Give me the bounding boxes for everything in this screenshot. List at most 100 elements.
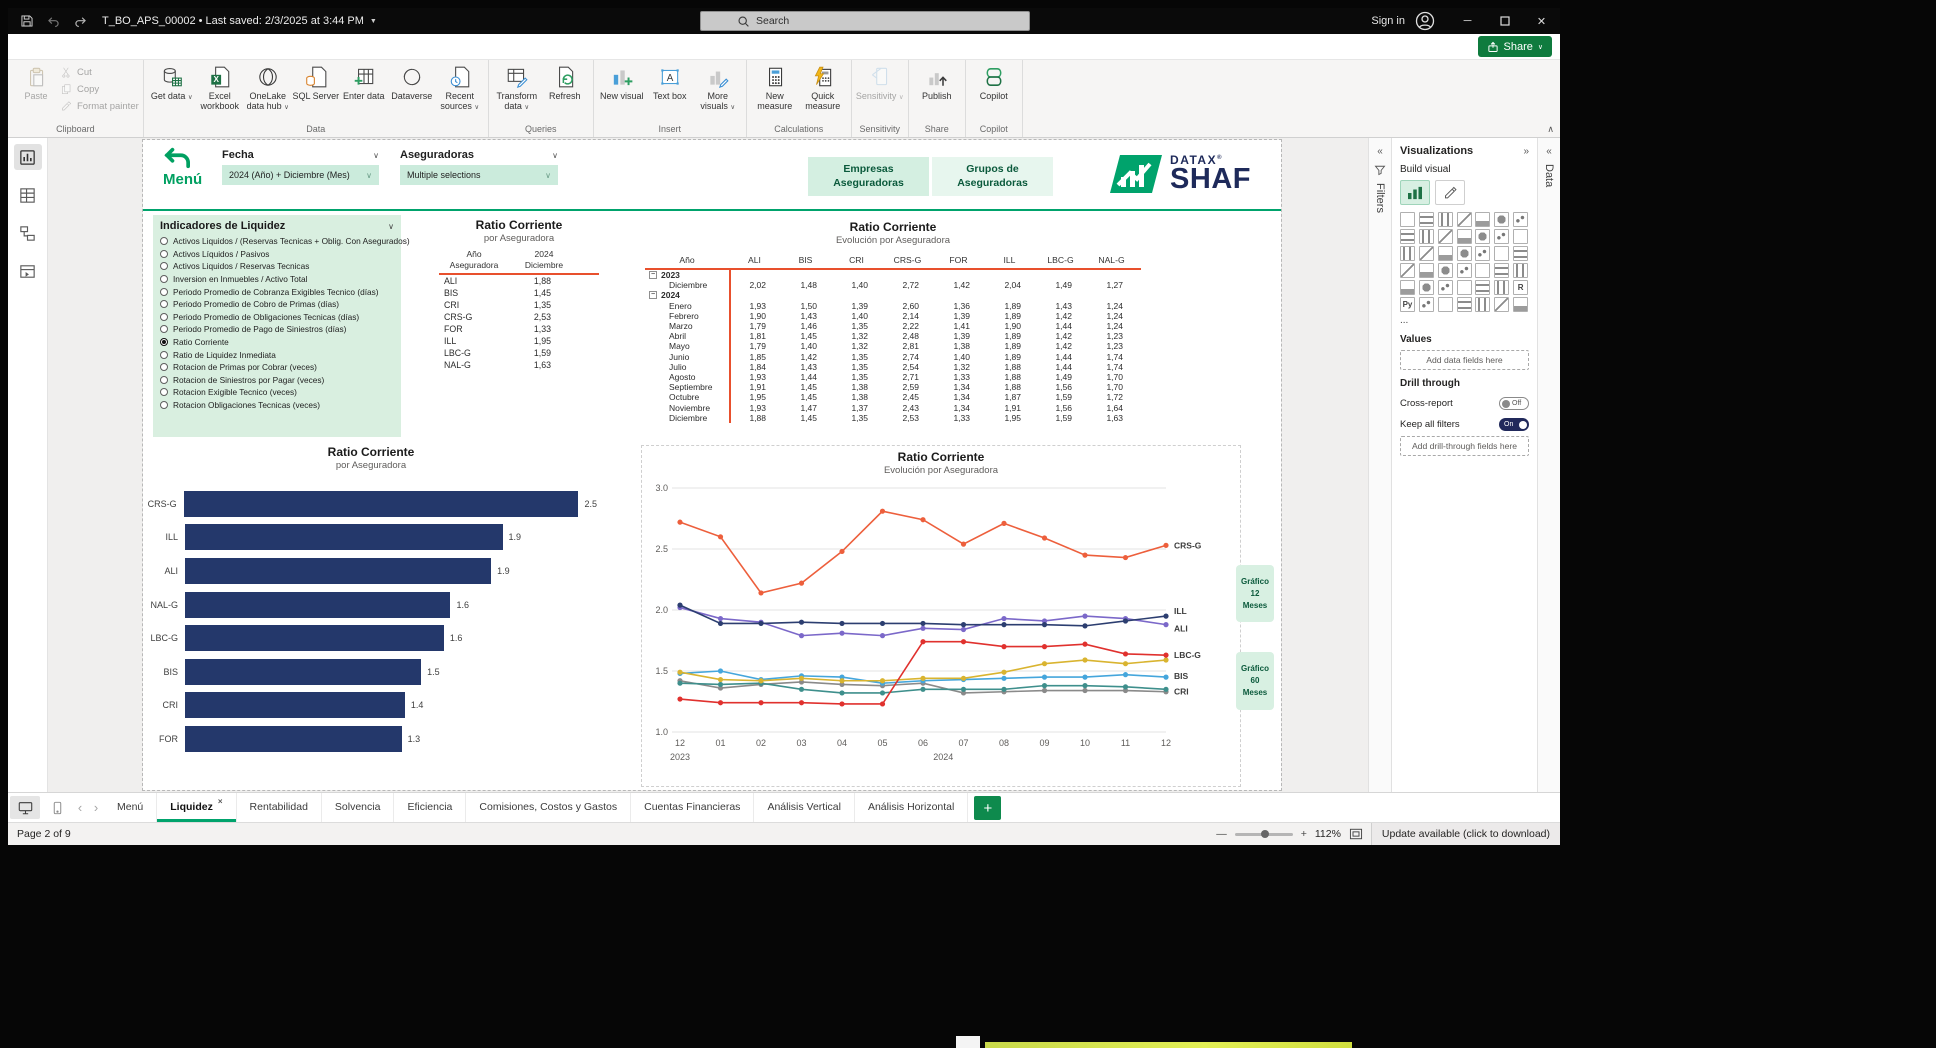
paste-button[interactable]: Paste [12,62,60,101]
bar[interactable] [185,625,444,651]
indicator-option[interactable]: Activos Liquidos / (Reservas Tecnicas + … [160,235,394,248]
build-mode-button[interactable] [1400,180,1430,205]
bar[interactable] [185,659,421,685]
next-page-icon[interactable]: › [88,793,104,822]
ratio-corriente-evolucion-table-visual[interactable]: Ratio Corriente Evolución por Asegurador… [645,220,1141,423]
visual-type-icon[interactable] [1494,297,1509,312]
visual-type-icon[interactable] [1513,212,1528,227]
zoom-slider[interactable] [1235,833,1293,836]
radio-icon[interactable] [160,388,168,396]
copilot-button[interactable]: Copilot [970,62,1018,101]
bar-row[interactable]: BIS1.5 [145,655,597,689]
minimize-button[interactable]: ─ [1449,8,1486,34]
share-button[interactable]: Share ∨ [1478,36,1552,57]
tab-an-lisis-vertical[interactable]: Análisis Vertical [754,793,855,822]
visual-type-icon[interactable] [1438,280,1453,295]
text-box-button[interactable]: AText box [646,62,694,101]
table-row[interactable]: BIS1,45 [439,287,599,299]
table-row[interactable]: NAL-G1,63 [439,359,599,371]
tab-eficiencia[interactable]: Eficiencia [394,793,466,822]
visual-type-icon[interactable]: R [1513,280,1528,295]
fecha-slicer-value[interactable]: 2024 (Año) + Diciembre (Mes) ∨ [222,165,379,185]
expand-pane-icon[interactable]: « [1546,146,1552,157]
grafico-60-meses-button[interactable]: Gráfico 60 Meses [1236,652,1274,710]
radio-icon[interactable] [160,363,168,371]
zoom-in-icon[interactable]: + [1301,828,1307,840]
radio-icon[interactable] [160,401,168,409]
visual-type-icon[interactable] [1494,229,1509,244]
visual-type-icon[interactable] [1419,263,1434,278]
visual-type-icon[interactable] [1400,229,1415,244]
chevron-down-icon[interactable]: ∨ [388,222,394,231]
visual-type-icon[interactable] [1400,263,1415,278]
visual-type-icon[interactable] [1438,246,1453,261]
dax-query-view-button[interactable] [14,258,42,284]
visual-type-icon[interactable] [1400,212,1415,227]
visual-type-icon[interactable] [1419,212,1434,227]
visual-type-icon[interactable] [1475,246,1490,261]
tab-rentabilidad[interactable]: Rentabilidad [237,793,322,822]
empresas-aseguradoras-button[interactable]: Empresas Aseguradoras [808,157,929,196]
tab-an-lisis-horizontal[interactable]: Análisis Horizontal [855,793,968,822]
matrix-data-row[interactable]: Abril1,811,451,322,481,391,891,421,23 [645,331,1141,341]
format-mode-button[interactable] [1435,180,1465,205]
visual-type-icon[interactable] [1457,297,1472,312]
more-visuals-button[interactable]: More visuals ∨ [694,62,742,112]
bar[interactable] [185,524,503,550]
indicator-option[interactable]: Inversion en Inmuebles / Activo Total [160,273,394,286]
bar[interactable] [185,558,491,584]
aseguradoras-slicer[interactable]: Aseguradoras ∨ Multiple selections ∨ [400,149,558,185]
tab-cuentas-financieras[interactable]: Cuentas Financieras [631,793,754,822]
sensitivity-button[interactable]: Sensitivity ∨ [856,62,904,101]
desktop-layout-button[interactable] [10,796,40,819]
visual-type-icon[interactable] [1513,246,1528,261]
search-input[interactable]: Search [700,11,1030,31]
matrix-data-row[interactable]: Mayo1,791,401,322,811,381,891,421,23 [645,341,1141,351]
close-button[interactable]: ✕ [1523,8,1560,34]
chevron-down-icon[interactable]: ∨ [552,151,558,160]
visual-type-icon[interactable] [1494,263,1509,278]
close-tab-icon[interactable]: × [218,797,223,806]
visual-type-icon[interactable] [1419,229,1434,244]
radio-icon[interactable] [160,351,168,359]
matrix-data-row[interactable]: Enero1,931,501,392,601,361,891,431,24 [645,301,1141,311]
refresh-button[interactable]: Refresh [541,62,589,101]
matrix-data-row[interactable]: Julio1,841,431,352,541,321,881,441,74 [645,362,1141,372]
radio-icon[interactable] [160,313,168,321]
redo-icon[interactable] [73,14,88,29]
sql-server-button[interactable]: SQL Server [292,62,340,101]
visual-type-icon[interactable] [1419,297,1434,312]
radio-icon[interactable] [160,338,168,346]
indicator-option[interactable]: Periodo Promedio de Obligaciones Tecnica… [160,311,394,324]
visual-type-icon[interactable] [1457,280,1472,295]
collapse-pane-icon[interactable]: » [1523,146,1529,157]
grupos-aseguradoras-button[interactable]: Grupos de Aseguradoras [932,157,1053,196]
recent-sources-button[interactable]: Recent sources ∨ [436,62,484,112]
bar-row[interactable]: CRI1.4 [145,689,597,723]
visual-type-icon[interactable] [1475,280,1490,295]
data-pane-collapsed[interactable]: « Data [1537,138,1560,792]
visual-type-icon[interactable] [1457,229,1472,244]
matrix-data-row[interactable]: Agosto1,931,441,352,711,331,881,491,70 [645,372,1141,382]
excel-workbook-button[interactable]: XExcel workbook [196,62,244,112]
bar-row[interactable]: CRS-G2.5 [145,487,597,521]
visual-type-icon[interactable] [1438,229,1453,244]
bar[interactable] [185,592,450,618]
indicator-option[interactable]: Rotacion Obligaciones Tecnicas (veces) [160,399,394,412]
radio-icon[interactable] [160,300,168,308]
table-row[interactable]: LBC-G1,59 [439,347,599,359]
fecha-slicer[interactable]: Fecha ∨ 2024 (Año) + Diciembre (Mes) ∨ [222,149,379,185]
indicator-option[interactable]: Periodo Promedio de Cobro de Primas (día… [160,298,394,311]
ratio-corriente-line-chart[interactable]: Ratio Corriente Evolución por Asegurador… [641,445,1241,787]
publish-button[interactable]: Publish [913,62,961,101]
more-visuals-ellipsis[interactable]: ... [1400,315,1529,326]
bar-row[interactable]: NAL-G1.6 [145,588,597,622]
bar-row[interactable]: LBC-G1.6 [145,621,597,655]
visual-type-icon[interactable] [1457,246,1472,261]
maximize-button[interactable] [1486,8,1523,34]
zoom-out-icon[interactable]: — [1216,828,1227,840]
radio-icon[interactable] [160,275,168,283]
prev-page-icon[interactable]: ‹ [72,793,88,822]
bar[interactable] [184,491,579,517]
visual-type-icon[interactable] [1438,212,1453,227]
